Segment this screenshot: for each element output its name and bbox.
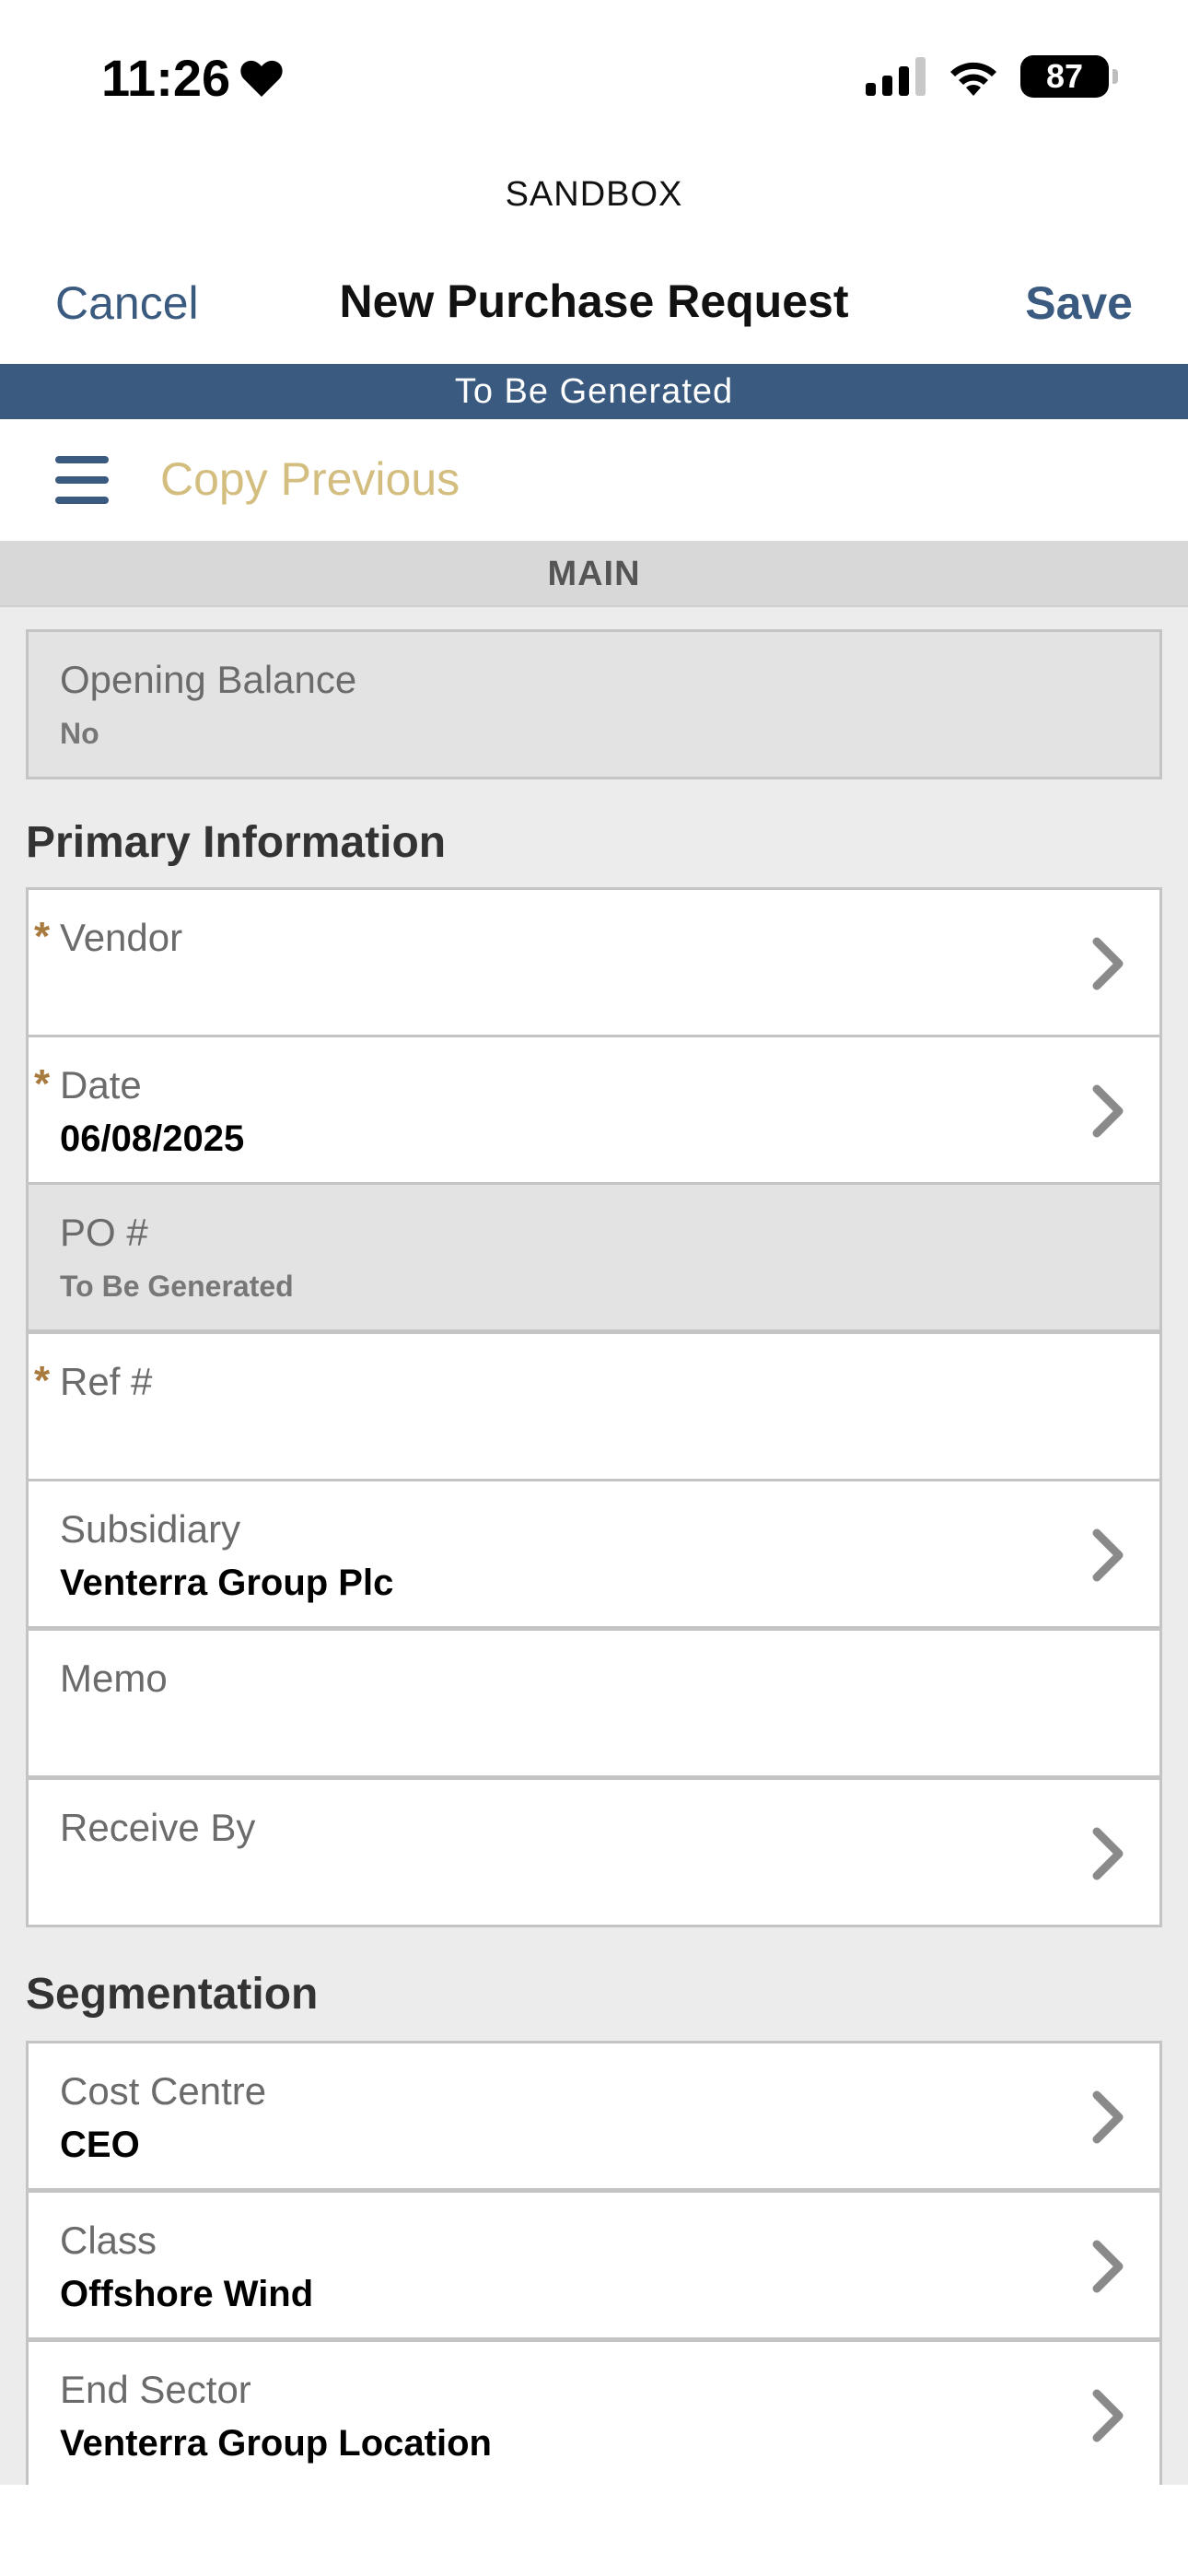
ref-number-field[interactable]: * Ref #: [26, 1331, 1162, 1481]
wifi-icon: [950, 62, 996, 96]
field-label: Vendor: [60, 916, 183, 959]
field-label: Ref #: [60, 1360, 153, 1403]
segmentation-heading: Segmentation: [26, 1970, 319, 2019]
chevron-right-icon: [1092, 2240, 1124, 2293]
clock-text: 11:26: [101, 49, 231, 107]
environment-label: SANDBOX: [505, 175, 683, 214]
vendor-field[interactable]: * Vendor: [26, 887, 1162, 1037]
field-value: CEO: [60, 2125, 140, 2165]
required-marker: *: [34, 914, 51, 959]
required-marker: *: [34, 1061, 51, 1107]
copy-previous-button[interactable]: Copy Previous: [160, 452, 460, 506]
status-banner: To Be Generated: [0, 364, 1188, 419]
save-button[interactable]: Save: [1025, 276, 1133, 330]
opening-balance-field: Opening Balance No: [26, 629, 1162, 779]
field-value: Venterra Group Location: [60, 2423, 492, 2464]
field-value: To Be Generated: [60, 1270, 294, 1303]
chevron-right-icon: [1092, 1827, 1124, 1880]
field-label: Receive By: [60, 1806, 256, 1849]
battery-icon: 87: [1020, 55, 1118, 98]
field-label: Date: [60, 1063, 142, 1107]
class-field[interactable]: Class Offshore Wind: [26, 2190, 1162, 2340]
bottom-safe-area: [0, 2485, 1188, 2576]
date-field[interactable]: * Date 06/08/2025: [26, 1035, 1162, 1185]
cost-centre-field[interactable]: Cost Centre CEO: [26, 2041, 1162, 2191]
toolbar: Copy Previous: [0, 419, 1188, 541]
end-sector-field[interactable]: End Sector Venterra Group Location: [26, 2339, 1162, 2489]
required-marker: *: [34, 1358, 51, 1403]
chevron-right-icon: [1092, 1084, 1124, 1138]
form-content[interactable]: MAIN Opening Balance No Primary Informat…: [0, 541, 1188, 2489]
subsidiary-field[interactable]: Subsidiary Venterra Group Plc: [26, 1479, 1162, 1629]
chevron-right-icon: [1092, 937, 1124, 990]
tab-main[interactable]: MAIN: [0, 541, 1188, 607]
field-value: Venterra Group Plc: [60, 1563, 394, 1603]
field-label: Class: [60, 2219, 157, 2262]
field-label: End Sector: [60, 2368, 251, 2411]
chevron-right-icon: [1092, 2090, 1124, 2144]
receive-by-field[interactable]: Receive By: [26, 1777, 1162, 1927]
field-label: Memo: [60, 1657, 168, 1700]
battery-level: 87: [1045, 57, 1084, 95]
po-number-field: PO # To Be Generated: [26, 1182, 1162, 1332]
status-bar: 11:26 87: [0, 0, 1188, 161]
chevron-right-icon: [1092, 2389, 1124, 2442]
field-label: PO #: [60, 1211, 148, 1254]
field-label: Opening Balance: [60, 658, 357, 701]
status-time: 11:26: [101, 48, 284, 108]
memo-field[interactable]: Memo: [26, 1628, 1162, 1778]
cellular-signal-icon: [866, 57, 926, 96]
field-value: 06/08/2025: [60, 1118, 245, 1159]
status-icons: 87: [866, 55, 1118, 98]
field-value: No: [60, 717, 99, 750]
field-label: Cost Centre: [60, 2069, 267, 2113]
primary-information-heading: Primary Information: [26, 818, 447, 867]
field-label: Subsidiary: [60, 1507, 241, 1551]
battery-nub: [1112, 69, 1118, 84]
field-value: Offshore Wind: [60, 2274, 314, 2314]
chevron-right-icon: [1092, 1528, 1124, 1582]
heart-icon: [240, 60, 283, 97]
cancel-button[interactable]: Cancel: [55, 276, 199, 330]
menu-icon[interactable]: [55, 456, 109, 504]
nav-bar: Cancel New Purchase Request Save: [0, 267, 1188, 341]
